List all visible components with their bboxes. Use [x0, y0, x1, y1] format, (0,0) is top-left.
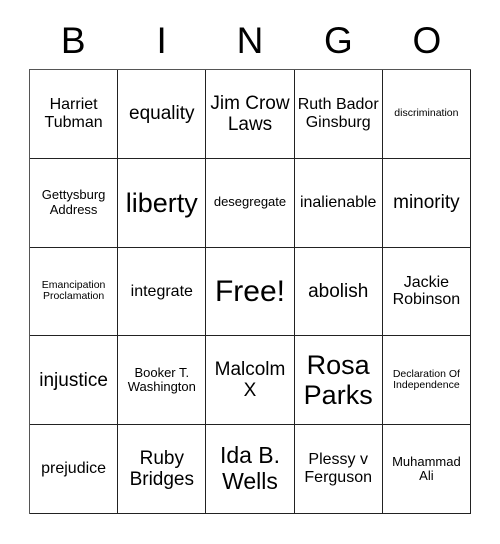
- bingo-cell-g3[interactable]: abolish: [294, 247, 383, 337]
- bingo-cell-g1[interactable]: Ruth Bador Ginsburg: [294, 70, 383, 159]
- bingo-cell-text: integrate: [130, 282, 193, 300]
- bingo-grid: Harriet Tubman equality Jim Crow Laws Ru…: [29, 69, 471, 514]
- bingo-cell-n1[interactable]: Jim Crow Laws: [206, 70, 295, 159]
- free-space-label: Free!: [214, 274, 285, 308]
- bingo-cell-o3[interactable]: Jackie Robinson: [382, 247, 471, 337]
- bingo-cell-text: Gettysburg Address: [41, 187, 106, 217]
- bingo-cell-text: desegregate: [213, 194, 287, 210]
- bingo-cell-text: Jim Crow Laws: [210, 92, 290, 135]
- bingo-cell-g5[interactable]: Plessy v Ferguson: [294, 425, 383, 514]
- bingo-cell-n2[interactable]: desegregate: [206, 158, 295, 248]
- bingo-cell-text: Ruth Bador Ginsburg: [297, 95, 379, 131]
- bingo-cell-text: Emancipation Proclamation: [41, 278, 106, 303]
- bingo-cell-text: Muhammad Ali: [392, 453, 461, 484]
- bingo-cell-n4[interactable]: Malcolm X: [206, 336, 295, 426]
- bingo-cell-text: liberty: [125, 187, 198, 218]
- bingo-cell-text: Ida B. Wells: [219, 442, 281, 495]
- bingo-cell-o2[interactable]: minority: [382, 158, 471, 248]
- bingo-cell-text: equality: [129, 103, 195, 125]
- header-letter-o: O: [412, 20, 442, 61]
- bingo-cell-free-space[interactable]: Free!: [206, 247, 295, 337]
- bingo-cell-text: abolish: [308, 280, 369, 302]
- bingo-cell-b3[interactable]: Emancipation Proclamation: [30, 247, 119, 337]
- bingo-cell-o4[interactable]: Declaration Of Independence: [382, 336, 471, 426]
- bingo-cell-text: Malcolm X: [214, 359, 286, 402]
- bingo-cell-i3[interactable]: integrate: [118, 247, 207, 337]
- header-letter-n: N: [236, 20, 264, 61]
- bingo-cell-i1[interactable]: equality: [118, 70, 207, 159]
- bingo-header: B I N G O: [29, 12, 471, 69]
- bingo-cell-b5[interactable]: prejudice: [30, 425, 119, 514]
- bingo-card: B I N G O Harriet Tubman equality Jim Cr…: [0, 0, 500, 544]
- bingo-cell-i2[interactable]: liberty: [118, 158, 207, 248]
- bingo-cell-text: inalienable: [299, 193, 377, 211]
- bingo-cell-text: minority: [393, 192, 460, 214]
- bingo-cell-b2[interactable]: Gettysburg Address: [30, 158, 119, 248]
- header-letter-i: I: [156, 20, 167, 61]
- header-letter-g: G: [324, 20, 353, 61]
- bingo-cell-g2[interactable]: inalienable: [294, 158, 383, 248]
- bingo-cell-text: injustice: [39, 369, 108, 391]
- bingo-cell-text: Harriet Tubman: [44, 95, 103, 131]
- bingo-cell-text: Jackie Robinson: [392, 273, 461, 309]
- bingo-cell-i5[interactable]: Ruby Bridges: [118, 425, 207, 514]
- header-letter-b: B: [60, 20, 86, 61]
- bingo-cell-text: discrimination: [394, 107, 459, 120]
- bingo-cell-text: Booker T. Washington: [127, 364, 196, 395]
- bingo-cell-text: Ruby Bridges: [129, 447, 194, 491]
- bingo-cell-text: Plessy v Ferguson: [304, 451, 372, 487]
- bingo-cell-text: Declaration Of Independence: [392, 367, 460, 392]
- bingo-cell-text: prejudice: [41, 460, 107, 478]
- bingo-cell-b1[interactable]: Harriet Tubman: [30, 70, 119, 159]
- bingo-cell-text: Rosa Parks: [303, 350, 373, 411]
- bingo-cell-o5[interactable]: Muhammad Ali: [382, 425, 471, 514]
- bingo-cell-b4[interactable]: injustice: [30, 336, 119, 426]
- bingo-cell-n5[interactable]: Ida B. Wells: [206, 425, 295, 514]
- bingo-cell-o1[interactable]: discrimination: [382, 70, 471, 159]
- bingo-cell-i4[interactable]: Booker T. Washington: [118, 336, 207, 426]
- bingo-cell-g4[interactable]: Rosa Parks: [294, 336, 383, 426]
